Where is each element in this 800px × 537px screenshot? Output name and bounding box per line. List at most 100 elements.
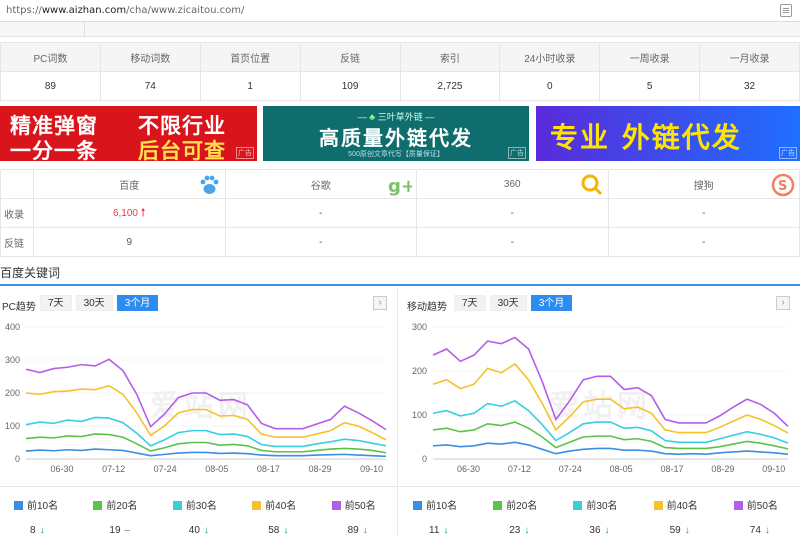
site-stats-table: PC词数 移动词数 首页位置 反链 索引 24小时收录 一周收录 一月收录 89 74 1 109 2… xyxy=(0,42,800,101)
range-3m-button[interactable]: 3个月 xyxy=(530,295,573,311)
legend-swatch xyxy=(733,501,743,510)
stats-value[interactable]: 109 xyxy=(299,71,401,101)
legend-item[interactable]: 前30名 xyxy=(573,497,618,512)
y-tick-label: 0 xyxy=(422,454,427,464)
stats-header: 首页位置 xyxy=(199,42,301,72)
stats-value[interactable]: 74 xyxy=(99,71,201,101)
ad-banner-popup[interactable]: 精准弹窗 一分一条 不限行业 后台可查 广告 xyxy=(0,106,257,161)
arrow-down-icon: ↓ xyxy=(39,525,45,536)
rank-count[interactable]: 11 ↓ xyxy=(429,525,448,536)
ad-banner-backlinks[interactable]: — ♣ 三叶草外链 — 高质量外链代发 500原创文章代写【质量保证】 广告 xyxy=(263,106,529,161)
rank-count[interactable]: 23 ↓ xyxy=(509,525,529,536)
x-tick-label: 06-30 xyxy=(457,464,480,474)
x-tick-label: 08-05 xyxy=(205,464,228,474)
legend-item[interactable]: 前10名 xyxy=(413,497,457,512)
range-7d-button[interactable]: 7天 xyxy=(40,295,72,311)
arrow-down-icon: ↓ xyxy=(684,525,690,536)
chevron-right-icon[interactable]: › xyxy=(776,296,790,310)
legend-item[interactable]: 前50名 xyxy=(733,497,778,512)
svg-text:g+: g+ xyxy=(388,176,412,197)
rank-count[interactable]: 8 ↓ xyxy=(30,525,45,536)
x-tick-label: 07-12 xyxy=(508,464,531,474)
pc-trend-chart: 0 100 200 300 400 06-30 07-12 07-24 08-05 08-17 08… xyxy=(5,322,387,474)
mobile-legend: 前10名 前20名 前30名 前40名 前50名 xyxy=(399,497,800,512)
sogou-icon: S xyxy=(771,173,795,197)
top-strip xyxy=(0,22,800,37)
arrow-down-icon: ↓ xyxy=(524,525,530,536)
chevron-right-icon[interactable]: › xyxy=(373,296,387,310)
svg-text:S: S xyxy=(778,179,787,194)
stats-header: 一月收录 xyxy=(699,42,800,72)
browser-url-bar[interactable]: https://www.aizhan.com/cha/www.zicaitou.… xyxy=(0,0,800,22)
stats-value[interactable]: 32 xyxy=(699,71,800,101)
arrow-up-icon: 🠕 xyxy=(140,206,146,219)
rank-count[interactable]: 59 ↓ xyxy=(670,525,690,536)
stats-value[interactable]: 89 xyxy=(0,71,101,101)
legend-swatch xyxy=(331,501,341,510)
mobile-trend-chart: 0 100 200 300 06-30 07-12 07-24 08-05 08-17 08-29… xyxy=(412,322,789,474)
legend-swatch xyxy=(493,501,503,510)
range-7d-button[interactable]: 7天 xyxy=(454,295,486,311)
pc-trend-panel: PC趋势 7天 30天 3个月 › 爱站网 0 100 200 300 400 06-30… xyxy=(0,289,398,537)
rank-count[interactable]: 74 ↓ xyxy=(750,525,770,536)
series-line-1 xyxy=(25,448,387,458)
rank-count[interactable]: 40 ↓ xyxy=(189,525,209,536)
stats-header: 一周收录 xyxy=(599,42,701,72)
range-3m-button[interactable]: 3个月 xyxy=(116,295,159,311)
stats-header: 24小时收录 xyxy=(499,42,601,72)
ad-banner-pro-backlinks[interactable]: 专业 外链代发 广告 xyxy=(536,106,800,161)
x-tick-label: 08-17 xyxy=(661,464,684,474)
engine-baidu: 百度 xyxy=(33,169,226,199)
engine-sogou: 搜狗 S xyxy=(607,169,800,199)
x-tick-label: 07-24 xyxy=(559,464,582,474)
legend-swatch xyxy=(93,501,103,510)
arrow-down-icon: ↓ xyxy=(764,525,770,536)
y-tick-label: 200 xyxy=(5,388,20,398)
legend-item[interactable]: 前30名 xyxy=(172,497,217,512)
x-tick-label: 08-29 xyxy=(308,464,331,474)
stats-header: 反链 xyxy=(299,42,401,72)
mobile-trend-panel: 移动趋势 7天 30天 3个月 › 爱站网 0 100 200 300 06-30 07-… xyxy=(399,289,800,537)
legend-item[interactable]: 前50名 xyxy=(331,497,376,512)
legend-item[interactable]: 前10名 xyxy=(14,497,58,512)
panel-title: 移动趋势 xyxy=(407,302,447,313)
stats-value[interactable]: 5 xyxy=(599,71,701,101)
legend-item[interactable]: 前40名 xyxy=(252,497,296,512)
legend-item[interactable]: 前40名 xyxy=(653,497,698,512)
x-tick-label: 07-24 xyxy=(154,464,177,474)
legend-item[interactable]: 前20名 xyxy=(93,497,138,512)
range-buttons: 7天 30天 3个月 xyxy=(40,295,159,311)
ad-tag: 广告 xyxy=(508,147,526,159)
x-tick-label: 08-05 xyxy=(610,464,633,474)
engine-360: 360 xyxy=(416,169,609,199)
y-tick-label: 400 xyxy=(5,322,20,332)
stats-value[interactable]: 0 xyxy=(499,71,601,101)
url-text[interactable]: https://www.aizhan.com/cha/www.zicaitou.… xyxy=(6,5,244,16)
legend-item[interactable]: 前20名 xyxy=(493,497,537,512)
rank-count[interactable]: 89 ↓ xyxy=(348,525,368,536)
flat-trend-icon: – xyxy=(124,525,131,536)
legend-swatch xyxy=(573,501,583,510)
legend-swatch xyxy=(413,501,422,510)
baidu-backlinks[interactable]: 9 xyxy=(33,227,226,257)
arrow-down-icon: ↓ xyxy=(203,525,209,536)
arrow-down-icon: ↓ xyxy=(362,525,368,536)
y-tick-label: 300 xyxy=(5,355,20,365)
legend-swatch xyxy=(653,501,663,510)
x-tick-label: 08-17 xyxy=(257,464,280,474)
range-30d-button[interactable]: 30天 xyxy=(75,295,113,311)
range-30d-button[interactable]: 30天 xyxy=(489,295,527,311)
x-tick-label: 09-10 xyxy=(762,464,785,474)
baidu-indexed[interactable]: 6,100 🠕 xyxy=(33,198,226,228)
panel-title: PC趋势 xyxy=(2,302,36,313)
rank-count[interactable]: 36 ↓ xyxy=(589,525,609,536)
rank-count[interactable]: 58 ↓ xyxy=(268,525,288,536)
stats-value[interactable]: 1 xyxy=(199,71,301,101)
rank-count[interactable]: 19– xyxy=(109,525,130,536)
x-tick-label: 06-30 xyxy=(50,464,73,474)
stats-header: 移动词数 xyxy=(99,42,201,72)
stats-value[interactable]: 2,725 xyxy=(399,71,501,101)
pc-legend: 前10名 前20名 前30名 前40名 前50名 xyxy=(0,497,397,512)
y-tick-label: 300 xyxy=(412,322,427,332)
reader-mode-icon[interactable] xyxy=(780,4,792,17)
